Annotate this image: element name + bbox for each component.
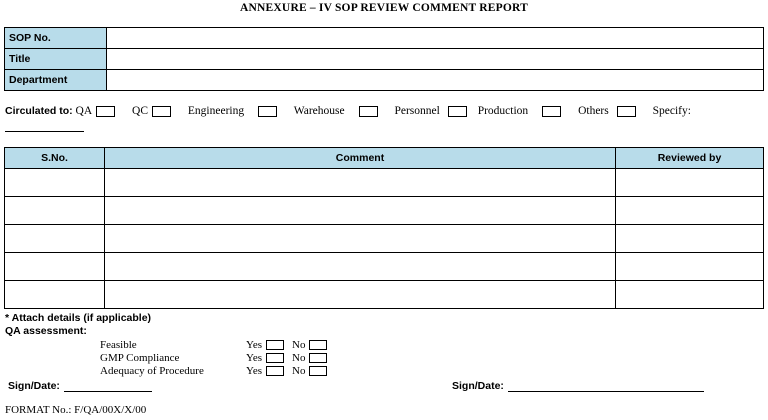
sno-cell[interactable] bbox=[4, 168, 105, 197]
qa-assessment-heading: QA assessment: bbox=[5, 325, 87, 337]
circulated-to-row: Circulated to: QA QC Engineering Warehou… bbox=[5, 105, 691, 117]
option-label-production: Production bbox=[477, 105, 529, 117]
yes-label: Yes bbox=[246, 352, 263, 364]
checkbox-qa[interactable] bbox=[96, 105, 116, 117]
feasible-no-checkbox[interactable] bbox=[309, 340, 328, 351]
option-label-qc: QC bbox=[132, 105, 149, 117]
table-row bbox=[4, 196, 764, 225]
option-label-engineering: Engineering bbox=[187, 105, 245, 117]
option-label-others: Others bbox=[578, 105, 609, 117]
reviewed-by-cell[interactable] bbox=[615, 280, 764, 309]
info-row-title: Title bbox=[4, 48, 764, 70]
no-label: No bbox=[292, 352, 306, 364]
no-label: No bbox=[292, 365, 306, 377]
table-row bbox=[4, 168, 764, 197]
comment-cell[interactable] bbox=[104, 224, 616, 253]
yes-no-adequacy: Yes No bbox=[246, 365, 335, 377]
info-label: Department bbox=[4, 69, 107, 91]
department-field[interactable] bbox=[106, 69, 764, 91]
no-label: No bbox=[292, 339, 306, 351]
sign-date-label: Sign/Date: bbox=[8, 380, 60, 392]
yes-no-gmp: Yes No bbox=[246, 352, 335, 364]
reviewed-by-cell[interactable] bbox=[615, 252, 764, 281]
comments-header-row: S.No. Comment Reviewed by bbox=[4, 147, 764, 169]
adequacy-yes-checkbox[interactable] bbox=[266, 366, 285, 377]
yes-no-feasible: Yes No bbox=[246, 339, 335, 351]
sno-cell[interactable] bbox=[4, 280, 105, 309]
sno-cell[interactable] bbox=[4, 252, 105, 281]
checkbox-production[interactable] bbox=[542, 105, 562, 117]
info-label: SOP No. bbox=[4, 27, 107, 49]
checkbox-others[interactable] bbox=[616, 105, 636, 117]
criterion-gmp-compliance: GMP Compliance bbox=[100, 352, 180, 364]
header-sno: S.No. bbox=[4, 147, 105, 169]
gmp-yes-checkbox[interactable] bbox=[266, 353, 285, 364]
checkbox-qc[interactable] bbox=[152, 105, 172, 117]
specify-line[interactable] bbox=[5, 131, 84, 132]
adequacy-no-checkbox[interactable] bbox=[309, 366, 328, 377]
feasible-yes-checkbox[interactable] bbox=[266, 340, 285, 351]
header-comment: Comment bbox=[104, 147, 616, 169]
sop-info-table: SOP No. Title Department bbox=[4, 27, 764, 91]
table-row bbox=[4, 224, 764, 253]
sign-date-left: Sign/Date: bbox=[8, 380, 152, 392]
report-title: ANNEXURE – IV SOP REVIEW COMMENT REPORT bbox=[240, 2, 528, 14]
comments-table: S.No. Comment Reviewed by bbox=[4, 147, 764, 309]
yes-label: Yes bbox=[246, 339, 263, 351]
sign-date-line-right[interactable] bbox=[507, 381, 704, 392]
reviewed-by-cell[interactable] bbox=[615, 224, 764, 253]
sign-date-line-left[interactable] bbox=[63, 381, 152, 392]
header-reviewed-by: Reviewed by bbox=[615, 147, 764, 169]
option-label-personnel: Personnel bbox=[394, 105, 440, 117]
reviewed-by-cell[interactable] bbox=[615, 168, 764, 197]
comment-cell[interactable] bbox=[104, 196, 616, 225]
criterion-adequacy: Adequacy of Procedure bbox=[100, 365, 204, 377]
comment-cell[interactable] bbox=[104, 168, 616, 197]
table-row bbox=[4, 252, 764, 281]
title-field[interactable] bbox=[106, 48, 764, 70]
checkbox-engineering[interactable] bbox=[258, 105, 278, 117]
table-row bbox=[4, 280, 764, 309]
gmp-no-checkbox[interactable] bbox=[309, 353, 328, 364]
sno-cell[interactable] bbox=[4, 196, 105, 225]
option-label-qa: QA bbox=[75, 105, 93, 117]
sign-date-label: Sign/Date: bbox=[452, 380, 504, 392]
specify-label: Specify: bbox=[652, 105, 691, 117]
sno-cell[interactable] bbox=[4, 224, 105, 253]
checkbox-warehouse[interactable] bbox=[358, 105, 378, 117]
comment-cell[interactable] bbox=[104, 252, 616, 281]
info-label: Title bbox=[4, 48, 107, 70]
checkbox-personnel[interactable] bbox=[447, 105, 467, 117]
info-row-sop-no: SOP No. bbox=[4, 27, 764, 49]
yes-label: Yes bbox=[246, 365, 263, 377]
option-label-warehouse: Warehouse bbox=[293, 105, 345, 117]
circulated-label: Circulated to: bbox=[5, 105, 73, 117]
comment-cell[interactable] bbox=[104, 280, 616, 309]
sop-no-field[interactable] bbox=[106, 27, 764, 49]
reviewed-by-cell[interactable] bbox=[615, 196, 764, 225]
format-number: FORMAT No.: F/QA/00X/X/00 bbox=[5, 404, 147, 416]
attach-note: * Attach details (if applicable) bbox=[5, 312, 152, 324]
criterion-feasible: Feasible bbox=[100, 339, 137, 351]
sign-date-right: Sign/Date: bbox=[452, 380, 704, 392]
info-row-department: Department bbox=[4, 69, 764, 91]
